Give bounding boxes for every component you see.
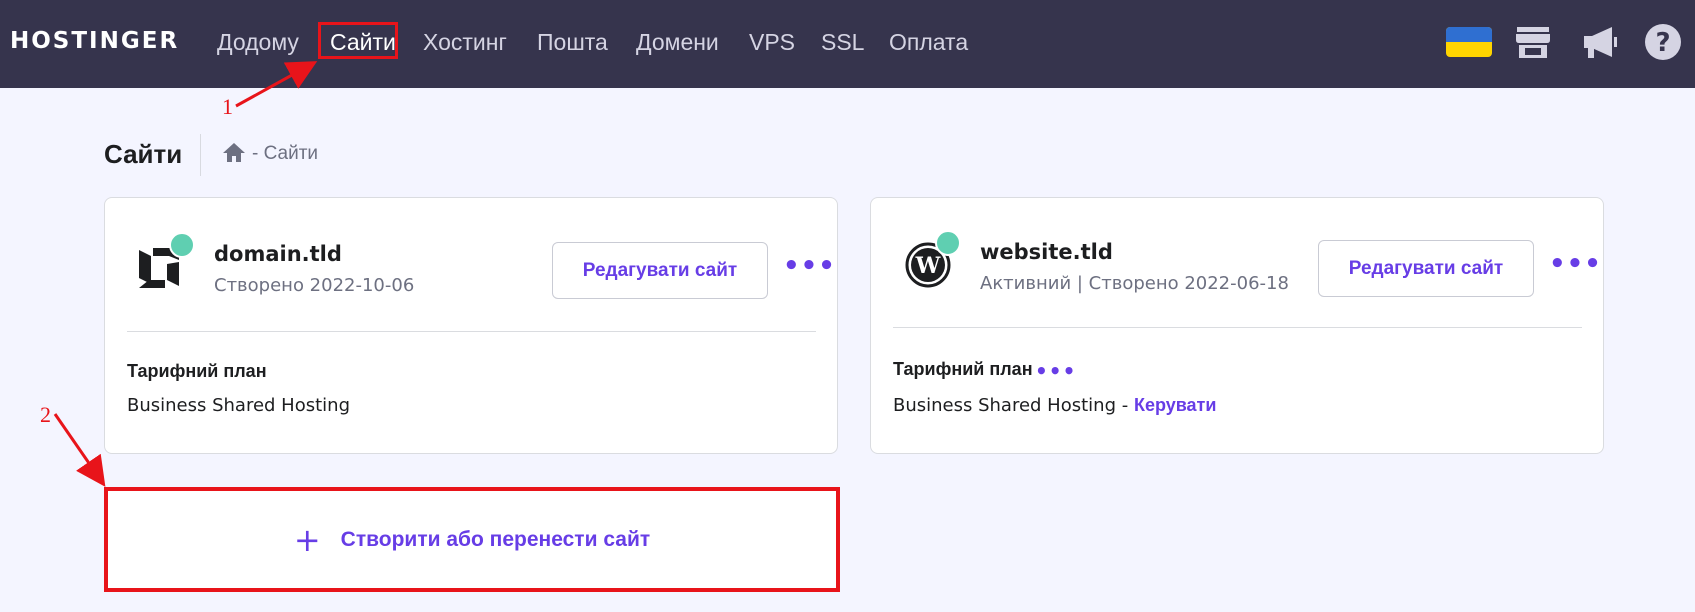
svg-text:W: W — [915, 253, 941, 279]
card-divider — [127, 331, 816, 332]
card-divider — [893, 327, 1582, 328]
create-site-label: Створити або перенести сайт — [340, 527, 651, 551]
plan-label: Тарифний план — [127, 361, 267, 381]
more-options-button[interactable]: ••• — [1549, 251, 1602, 277]
site-meta: Створено 2022-10-06 — [214, 275, 415, 296]
home-icon[interactable] — [222, 142, 246, 166]
edit-site-button[interactable]: Редагувати сайт — [1318, 240, 1534, 297]
site-domain[interactable]: domain.tld — [214, 242, 342, 266]
plus-icon: + — [293, 520, 321, 559]
status-dot — [169, 232, 195, 258]
plan-value-text: Business Shared Hosting - — [893, 395, 1134, 416]
plan-value: Business Shared Hosting — [127, 395, 351, 416]
annotation-number-2: 2 — [40, 402, 51, 427]
more-options-button[interactable]: ••• — [783, 253, 836, 279]
status-dot — [935, 230, 961, 256]
create-or-migrate-site-button[interactable]: + Створити або перенести сайт — [104, 487, 840, 592]
plan-value: Business Shared Hosting - Керувати — [893, 395, 1216, 416]
breadcrumb: - Сайти — [252, 143, 319, 164]
manage-link[interactable]: Керувати — [1134, 395, 1217, 415]
title-divider — [200, 134, 201, 176]
plan-label: Тарифний план — [893, 359, 1033, 379]
site-card-website: W website.tld Активний | Створено 2022-0… — [870, 197, 1604, 454]
plan-more-options-button[interactable]: ••• — [1035, 361, 1076, 381]
annotation-arrow-1 — [235, 61, 318, 108]
site-domain[interactable]: website.tld — [980, 240, 1113, 264]
site-meta: Активний | Створено 2022-06-18 — [980, 273, 1289, 294]
edit-site-button[interactable]: Редагувати сайт — [552, 242, 768, 299]
site-card-domain: domain.tld Створено 2022-10-06 Редагуват… — [104, 197, 838, 454]
annotation-number-1: 1 — [222, 94, 233, 119]
page-title: Сайти — [104, 139, 183, 169]
annotation-arrow-2 — [53, 413, 106, 487]
